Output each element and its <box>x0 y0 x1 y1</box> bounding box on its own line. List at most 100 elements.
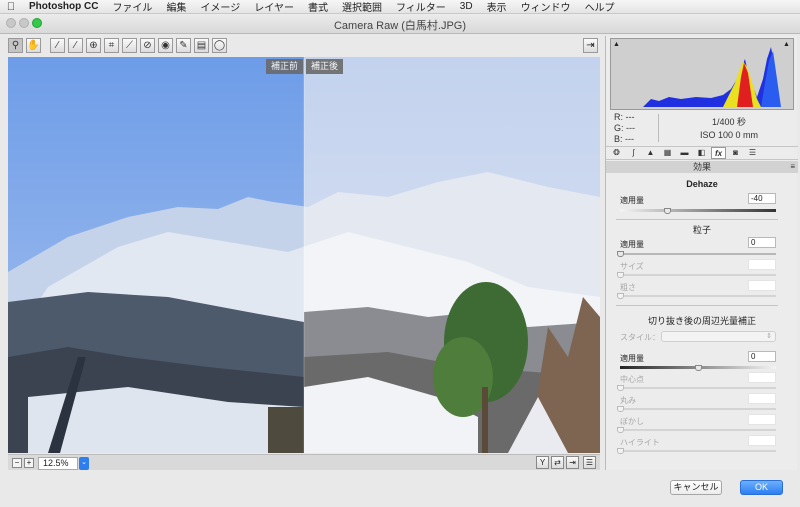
toggle-settings-icon: ☰ <box>585 458 594 467</box>
vignette-style-select: ⇕ <box>661 331 776 342</box>
menu-type[interactable]: 書式 <box>301 0 335 14</box>
vignette-midpoint-slider <box>620 387 776 389</box>
window-title-bar: Camera Raw (白馬村.JPG) <box>0 14 800 34</box>
effects-controls: Dehaze 適用量 -40 粒子 適用量 0 サイズ 粗さ 切り抜き後の周辺光… <box>606 173 798 470</box>
hand-icon: ✋ <box>27 40 40 51</box>
straighten-tool[interactable]: ⟋ <box>122 38 137 53</box>
zoom-out-button[interactable]: − <box>12 458 22 468</box>
vignette-highlights-label: ハイライト <box>620 438 660 447</box>
cancel-button[interactable]: キャンセル <box>670 480 722 495</box>
tab-basic[interactable]: ❂ <box>609 147 624 159</box>
grain-amount-field[interactable]: 0 <box>748 237 776 248</box>
image-info: R: --- G: --- B: --- 1/400 秒 ISO 100 0 m… <box>610 112 794 146</box>
dehaze-amount-slider[interactable] <box>620 209 776 212</box>
landscape-photo <box>8 57 600 453</box>
vignette-feather-thumb <box>617 427 624 433</box>
grain-roughness-field <box>748 280 776 291</box>
menu-file[interactable]: ファイル <box>105 0 159 14</box>
red-eye-tool[interactable]: ◉ <box>158 38 173 53</box>
tab-tone-curve[interactable]: ∫ <box>626 147 641 159</box>
tab-hsl[interactable]: ▦ <box>660 147 675 159</box>
radial-filter-tool[interactable]: ◯ <box>212 38 227 53</box>
vignette-highlights-field <box>748 435 776 446</box>
vignette-feather-field <box>748 414 776 425</box>
grain-heading: 粒子 <box>692 225 711 235</box>
zoom-tool[interactable]: ⚲ <box>8 38 23 53</box>
menu-help[interactable]: ヘルプ <box>578 0 622 14</box>
menu-filter[interactable]: フィルター <box>389 0 453 14</box>
grain-size-field <box>748 259 776 270</box>
menu-view[interactable]: 表示 <box>480 0 514 14</box>
tab-lens[interactable]: ◧ <box>694 147 709 159</box>
targeted-adjustment-tool[interactable]: ⊕ <box>86 38 101 53</box>
menu-app-name[interactable]: Photoshop CC <box>22 1 105 12</box>
swap-before-after-button[interactable]: ⇄ <box>551 456 564 469</box>
straighten-icon: ⟋ <box>126 40 133 51</box>
open-preferences-icon: ⇥ <box>586 40 595 51</box>
dehaze-slider-thumb[interactable] <box>663 208 671 214</box>
vignette-amount-field[interactable]: 0 <box>748 351 776 362</box>
vignette-feather-label: ぼかし <box>620 417 644 426</box>
tab-split-toning[interactable]: ▬ <box>677 147 692 159</box>
before-after-view-button[interactable]: Y <box>536 456 549 469</box>
zoom-in-button[interactable]: + <box>24 458 34 468</box>
readout-b: B: --- <box>614 134 634 144</box>
vignette-feather-slider <box>620 429 776 431</box>
hsl-icon: ▦ <box>663 148 672 157</box>
menu-window[interactable]: ウィンドウ <box>514 0 578 14</box>
grain-roughness-slider <box>620 295 776 297</box>
spot-removal-tool[interactable]: ⊘ <box>140 38 155 53</box>
tool-bar: ⚲ ✋ ⁄ ⁄ ⊕ ⌗ ⟋ ⊘ ◉ ✎ ▤ ◯ ⇥ <box>8 38 600 54</box>
presets-icon: ☰ <box>748 148 757 157</box>
tab-presets[interactable]: ☰ <box>745 147 760 159</box>
select-arrows-icon: ⇕ <box>766 333 772 340</box>
divider <box>616 305 778 306</box>
image-preview[interactable]: 補正前 補正後 <box>8 57 600 453</box>
vignette-amount-thumb[interactable] <box>695 365 702 371</box>
magnifier-icon: ⚲ <box>11 40 20 51</box>
vignette-roundness-slider <box>620 408 776 410</box>
color-sampler-tool[interactable]: ⁄ <box>68 38 83 53</box>
crop-tool[interactable]: ⌗ <box>104 38 119 53</box>
menu-select[interactable]: 選択範囲 <box>335 0 389 14</box>
menu-edit[interactable]: 編集 <box>159 0 193 14</box>
tab-camera[interactable]: ◙ <box>728 147 743 159</box>
zoom-out-icon: − <box>14 458 20 467</box>
graduated-filter-tool[interactable]: ▤ <box>194 38 209 53</box>
tab-effects[interactable]: fx <box>711 147 726 159</box>
eyedropper-icon: ⁄ <box>56 40 59 51</box>
curve-icon: ∫ <box>632 148 635 157</box>
adjustment-brush-tool[interactable]: ✎ <box>176 38 191 53</box>
menu-image[interactable]: イメージ <box>193 0 247 14</box>
readout-r: R: --- <box>614 112 635 122</box>
dehaze-amount-label: 適用量 <box>620 196 644 205</box>
tab-detail[interactable]: ▲ <box>643 147 658 159</box>
copy-settings-button[interactable]: ⇥ <box>566 456 579 469</box>
grain-amount-thumb[interactable] <box>617 251 624 257</box>
vignette-style-label: スタイル： <box>620 333 660 342</box>
histogram-graph <box>643 47 781 107</box>
shadow-clipping-icon[interactable]: ▲ <box>613 41 621 49</box>
grain-amount-label: 適用量 <box>620 240 644 249</box>
toggle-settings-button[interactable]: ☰ <box>583 456 596 469</box>
zoom-dropdown-button[interactable]: ⌄ <box>79 457 89 470</box>
dehaze-amount-field[interactable]: -40 <box>748 193 776 204</box>
fx-icon: fx <box>714 149 723 158</box>
apple-logo-icon[interactable]:  <box>0 1 22 13</box>
shutter-speed: 1/400 秒 <box>711 117 747 127</box>
ok-button[interactable]: OK <box>740 480 783 495</box>
menu-layer[interactable]: レイヤー <box>247 0 301 14</box>
divider <box>616 219 778 220</box>
split-tone-icon: ▬ <box>680 148 689 157</box>
grain-amount-slider[interactable] <box>620 253 776 255</box>
open-preferences-button[interactable]: ⇥ <box>583 38 598 53</box>
white-balance-tool[interactable]: ⁄ <box>50 38 65 53</box>
detail-icon: ▲ <box>646 148 655 157</box>
zoom-level-field[interactable]: 12.5% <box>38 457 78 470</box>
panel-menu-icon[interactable]: ≡ <box>790 161 795 173</box>
highlight-clipping-icon[interactable]: ▲ <box>783 41 791 49</box>
menu-3d[interactable]: 3D <box>453 1 480 12</box>
vignette-amount-label: 適用量 <box>620 354 644 363</box>
dehaze-heading: Dehaze <box>686 179 718 189</box>
hand-tool[interactable]: ✋ <box>26 38 41 53</box>
